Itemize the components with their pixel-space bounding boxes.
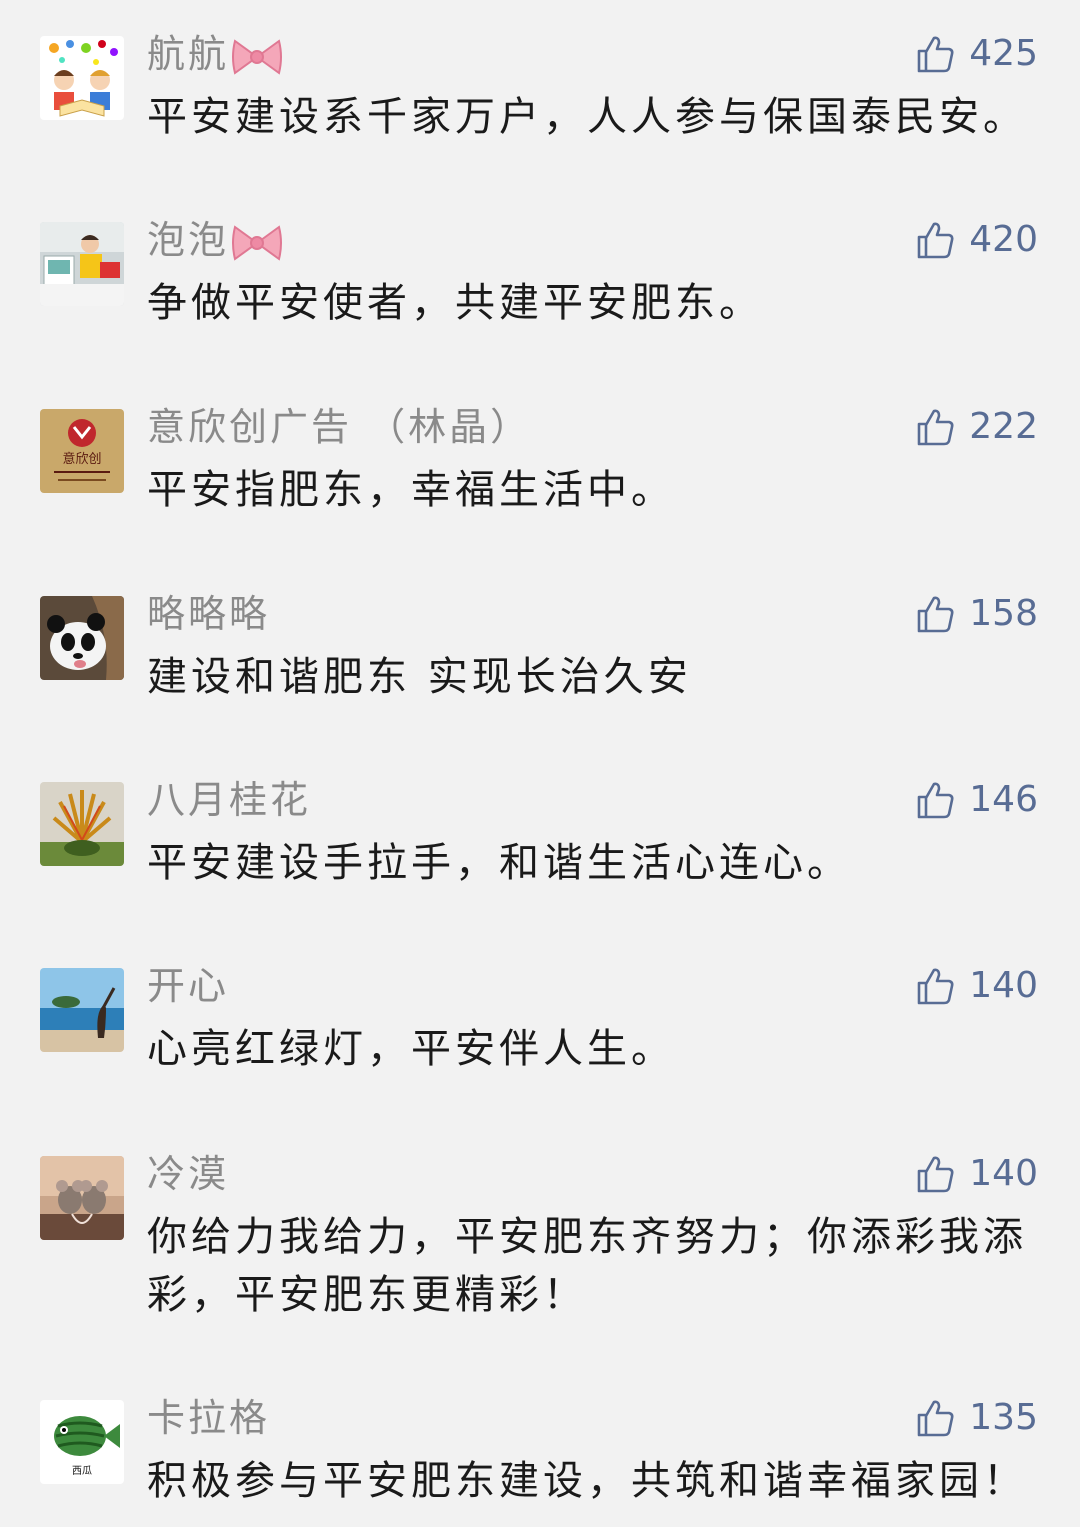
like-count: 135 <box>969 1397 1038 1438</box>
like-count: 140 <box>969 1153 1038 1194</box>
pink-bow-icon <box>232 38 283 75</box>
like-button[interactable]: 425 <box>915 30 1038 78</box>
nickname[interactable]: 泡泡 <box>147 216 283 264</box>
like-count: 420 <box>969 219 1038 260</box>
nickname-text: 略略略 <box>147 592 271 636</box>
like-count: 146 <box>969 779 1038 820</box>
thumbs-up-icon <box>917 409 954 446</box>
nickname[interactable]: 意欣创广告 （林晶） <box>147 403 531 451</box>
avatar[interactable] <box>40 222 124 306</box>
like-button[interactable]: 146 <box>915 776 1038 824</box>
fish-text: 西瓜 <box>72 1465 92 1477</box>
company-logo-icon: 意欣创 <box>40 409 124 493</box>
avatar[interactable] <box>40 1156 124 1240</box>
like-count: 158 <box>969 593 1038 634</box>
pink-bow-icon <box>232 224 283 261</box>
like-button[interactable]: 140 <box>915 1150 1038 1198</box>
mice-icon <box>40 1156 124 1240</box>
like-button[interactable]: 222 <box>915 403 1038 451</box>
avatar[interactable] <box>40 782 124 866</box>
like-count: 425 <box>969 33 1038 74</box>
comment-text: 平安建设系千家万户，人人参与保国泰民安。 <box>147 94 1027 140</box>
comment-text: 积极参与平安肥东建设，共筑和谐幸福家园！ <box>147 1458 1027 1504</box>
avatar[interactable] <box>40 596 124 680</box>
like-button[interactable]: 158 <box>915 590 1038 638</box>
nickname[interactable]: 略略略 <box>147 590 270 638</box>
comment-text: 平安建设手拉手，和谐生活心连心。 <box>147 840 851 886</box>
nickname-text: 航航 <box>147 32 230 76</box>
comment-text: 平安指肥东，幸福生活中。 <box>147 467 675 513</box>
avatar[interactable]: 意欣创 <box>40 409 124 493</box>
comment-text: 建设和谐肥东 实现长治久安 <box>147 654 692 700</box>
logo-text: 意欣创 <box>62 451 101 467</box>
avatar[interactable] <box>40 968 124 1052</box>
like-count: 140 <box>969 965 1038 1006</box>
like-button[interactable]: 135 <box>915 1394 1038 1442</box>
nickname[interactable]: 开心 <box>147 962 229 1010</box>
avatar[interactable]: 西瓜 <box>40 1400 124 1484</box>
child-photo-icon <box>40 222 124 306</box>
nickname-text: 开心 <box>147 964 230 1008</box>
nickname[interactable]: 八月桂花 <box>147 776 311 824</box>
thumbs-up-icon <box>917 36 954 73</box>
nickname[interactable]: 冷漠 <box>147 1150 229 1198</box>
nickname-text: 八月桂花 <box>147 778 312 822</box>
thumbs-up-icon <box>917 782 954 819</box>
comment-text: 你给力我给力，平安肥东齐努力；你添彩我添彩，平安肥东更精彩！ <box>147 1214 1027 1318</box>
thumbs-up-icon <box>917 1400 954 1437</box>
like-button[interactable]: 420 <box>915 216 1038 264</box>
thumbs-up-icon <box>917 596 954 633</box>
like-count: 222 <box>969 406 1038 447</box>
nickname-text: 泡泡 <box>147 218 230 262</box>
nickname-text: 冷漠 <box>147 1152 230 1196</box>
thumbs-up-icon <box>917 222 954 259</box>
panda-icon <box>40 596 124 680</box>
thumbs-up-icon <box>917 1156 954 1193</box>
nickname-text: 卡拉格 <box>147 1396 271 1440</box>
cartoon-kids-icon <box>40 36 124 120</box>
avatar[interactable] <box>40 36 124 120</box>
nickname[interactable]: 航航 <box>147 30 283 78</box>
watermelon-fish-icon: 西瓜 <box>40 1400 124 1484</box>
comment-text: 争做平安使者，共建平安肥东。 <box>147 280 763 326</box>
plant-icon <box>40 782 124 866</box>
comment-text: 心亮红绿灯，平安伴人生。 <box>147 1026 675 1072</box>
seaside-girl-icon <box>40 968 124 1052</box>
comment-list: 航航 425 平安建设系千家万户，人人参与保国泰民安。 泡泡 420 争做平安使… <box>0 0 1080 1527</box>
thumbs-up-icon <box>917 968 954 1005</box>
nickname[interactable]: 卡拉格 <box>147 1394 270 1442</box>
like-button[interactable]: 140 <box>915 962 1038 1010</box>
nickname-text: 意欣创广告 （林晶） <box>147 405 532 449</box>
